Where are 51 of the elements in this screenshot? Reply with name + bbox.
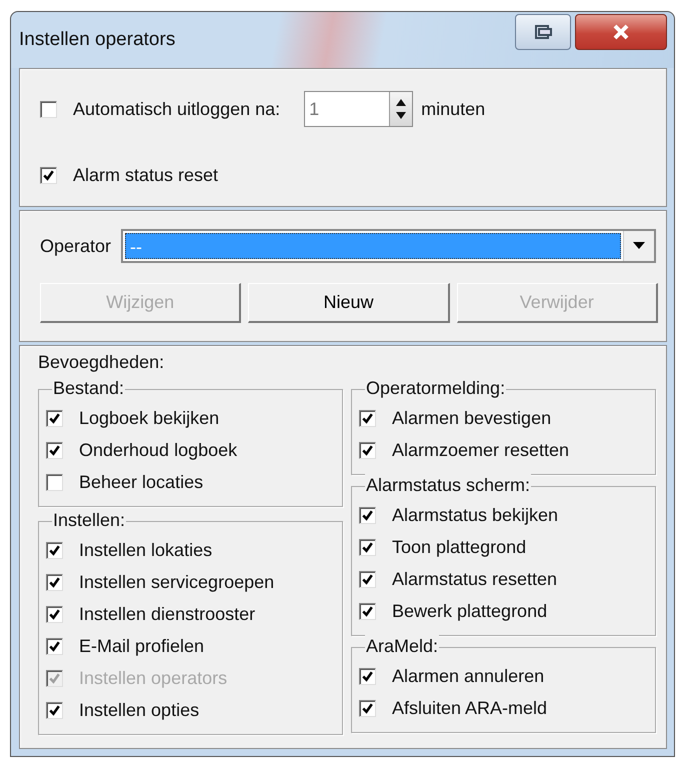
checkbox-label: Alarmen bevestigen <box>392 408 552 428</box>
checkbox[interactable] <box>359 602 376 620</box>
checkbox-label: Bewerk plattegrond <box>392 600 548 622</box>
checkbox[interactable] <box>40 167 57 184</box>
checkbox[interactable] <box>46 410 63 426</box>
checkbox[interactable] <box>40 100 57 118</box>
close-button[interactable] <box>575 14 667 50</box>
checkbox[interactable] <box>46 606 63 622</box>
checkbox[interactable] <box>359 668 376 684</box>
checkbox[interactable] <box>46 474 63 490</box>
restore-button[interactable] <box>515 14 571 50</box>
checkbox-label: Beheer locaties <box>79 472 204 492</box>
unit-label: minuten <box>421 98 486 120</box>
checkbox-label: Instellen servicegroepen <box>79 572 274 592</box>
checkbox[interactable] <box>46 574 63 590</box>
checkbox[interactable] <box>46 542 63 558</box>
section-heading: Bevoegdheden: <box>38 352 166 373</box>
action-button[interactable]: Nieuw <box>248 283 450 323</box>
checkbox-label: Automatisch uitloggen na: <box>73 98 280 120</box>
checkbox[interactable] <box>359 538 376 556</box>
checkbox[interactable] <box>359 700 376 716</box>
checkbox[interactable] <box>359 410 376 426</box>
checkbox-label: E-Mail profielen <box>79 636 204 656</box>
checkbox[interactable] <box>359 442 376 458</box>
checkbox[interactable] <box>359 570 376 588</box>
checkbox-label: Alarm status reset <box>73 165 218 186</box>
checkbox-label: Instellen dienstrooster <box>79 604 256 624</box>
close-icon <box>611 24 631 40</box>
checkbox-label: Alarmstatus bekijken <box>392 504 558 526</box>
checkbox[interactable] <box>46 442 63 458</box>
operator-label: Operator <box>40 236 112 256</box>
number-spinner[interactable]: 1 <box>304 91 414 127</box>
checkbox[interactable] <box>46 702 63 718</box>
checkbox-label: Alarmzoemer resetten <box>392 440 570 460</box>
operator-dropdown[interactable]: -- <box>121 229 656 263</box>
checkbox-label: Toon plattegrond <box>392 536 526 558</box>
window-title: Instellen operators <box>19 29 176 51</box>
checkbox-label: Instellen lokaties <box>79 540 212 560</box>
checkbox-label: Instellen opties <box>79 700 200 720</box>
checkbox[interactable] <box>46 638 63 654</box>
checkbox-label: Logboek bekijken <box>79 408 220 428</box>
minutes-field[interactable]: 1 <box>305 98 390 120</box>
spin-arrows-icon[interactable] <box>389 92 412 126</box>
checkbox-label: Afsluiten ARA-meld <box>392 698 548 718</box>
checkbox-label: Instellen operators <box>79 668 228 688</box>
dropdown-value: -- <box>125 233 621 259</box>
checkbox-label: Onderhoud logboek <box>79 440 238 460</box>
checkbox-label: Alarmstatus resetten <box>392 568 558 590</box>
checkbox-label: Alarmen annuleren <box>392 666 544 686</box>
restore-icon <box>533 24 553 40</box>
checkbox[interactable] <box>359 506 376 524</box>
